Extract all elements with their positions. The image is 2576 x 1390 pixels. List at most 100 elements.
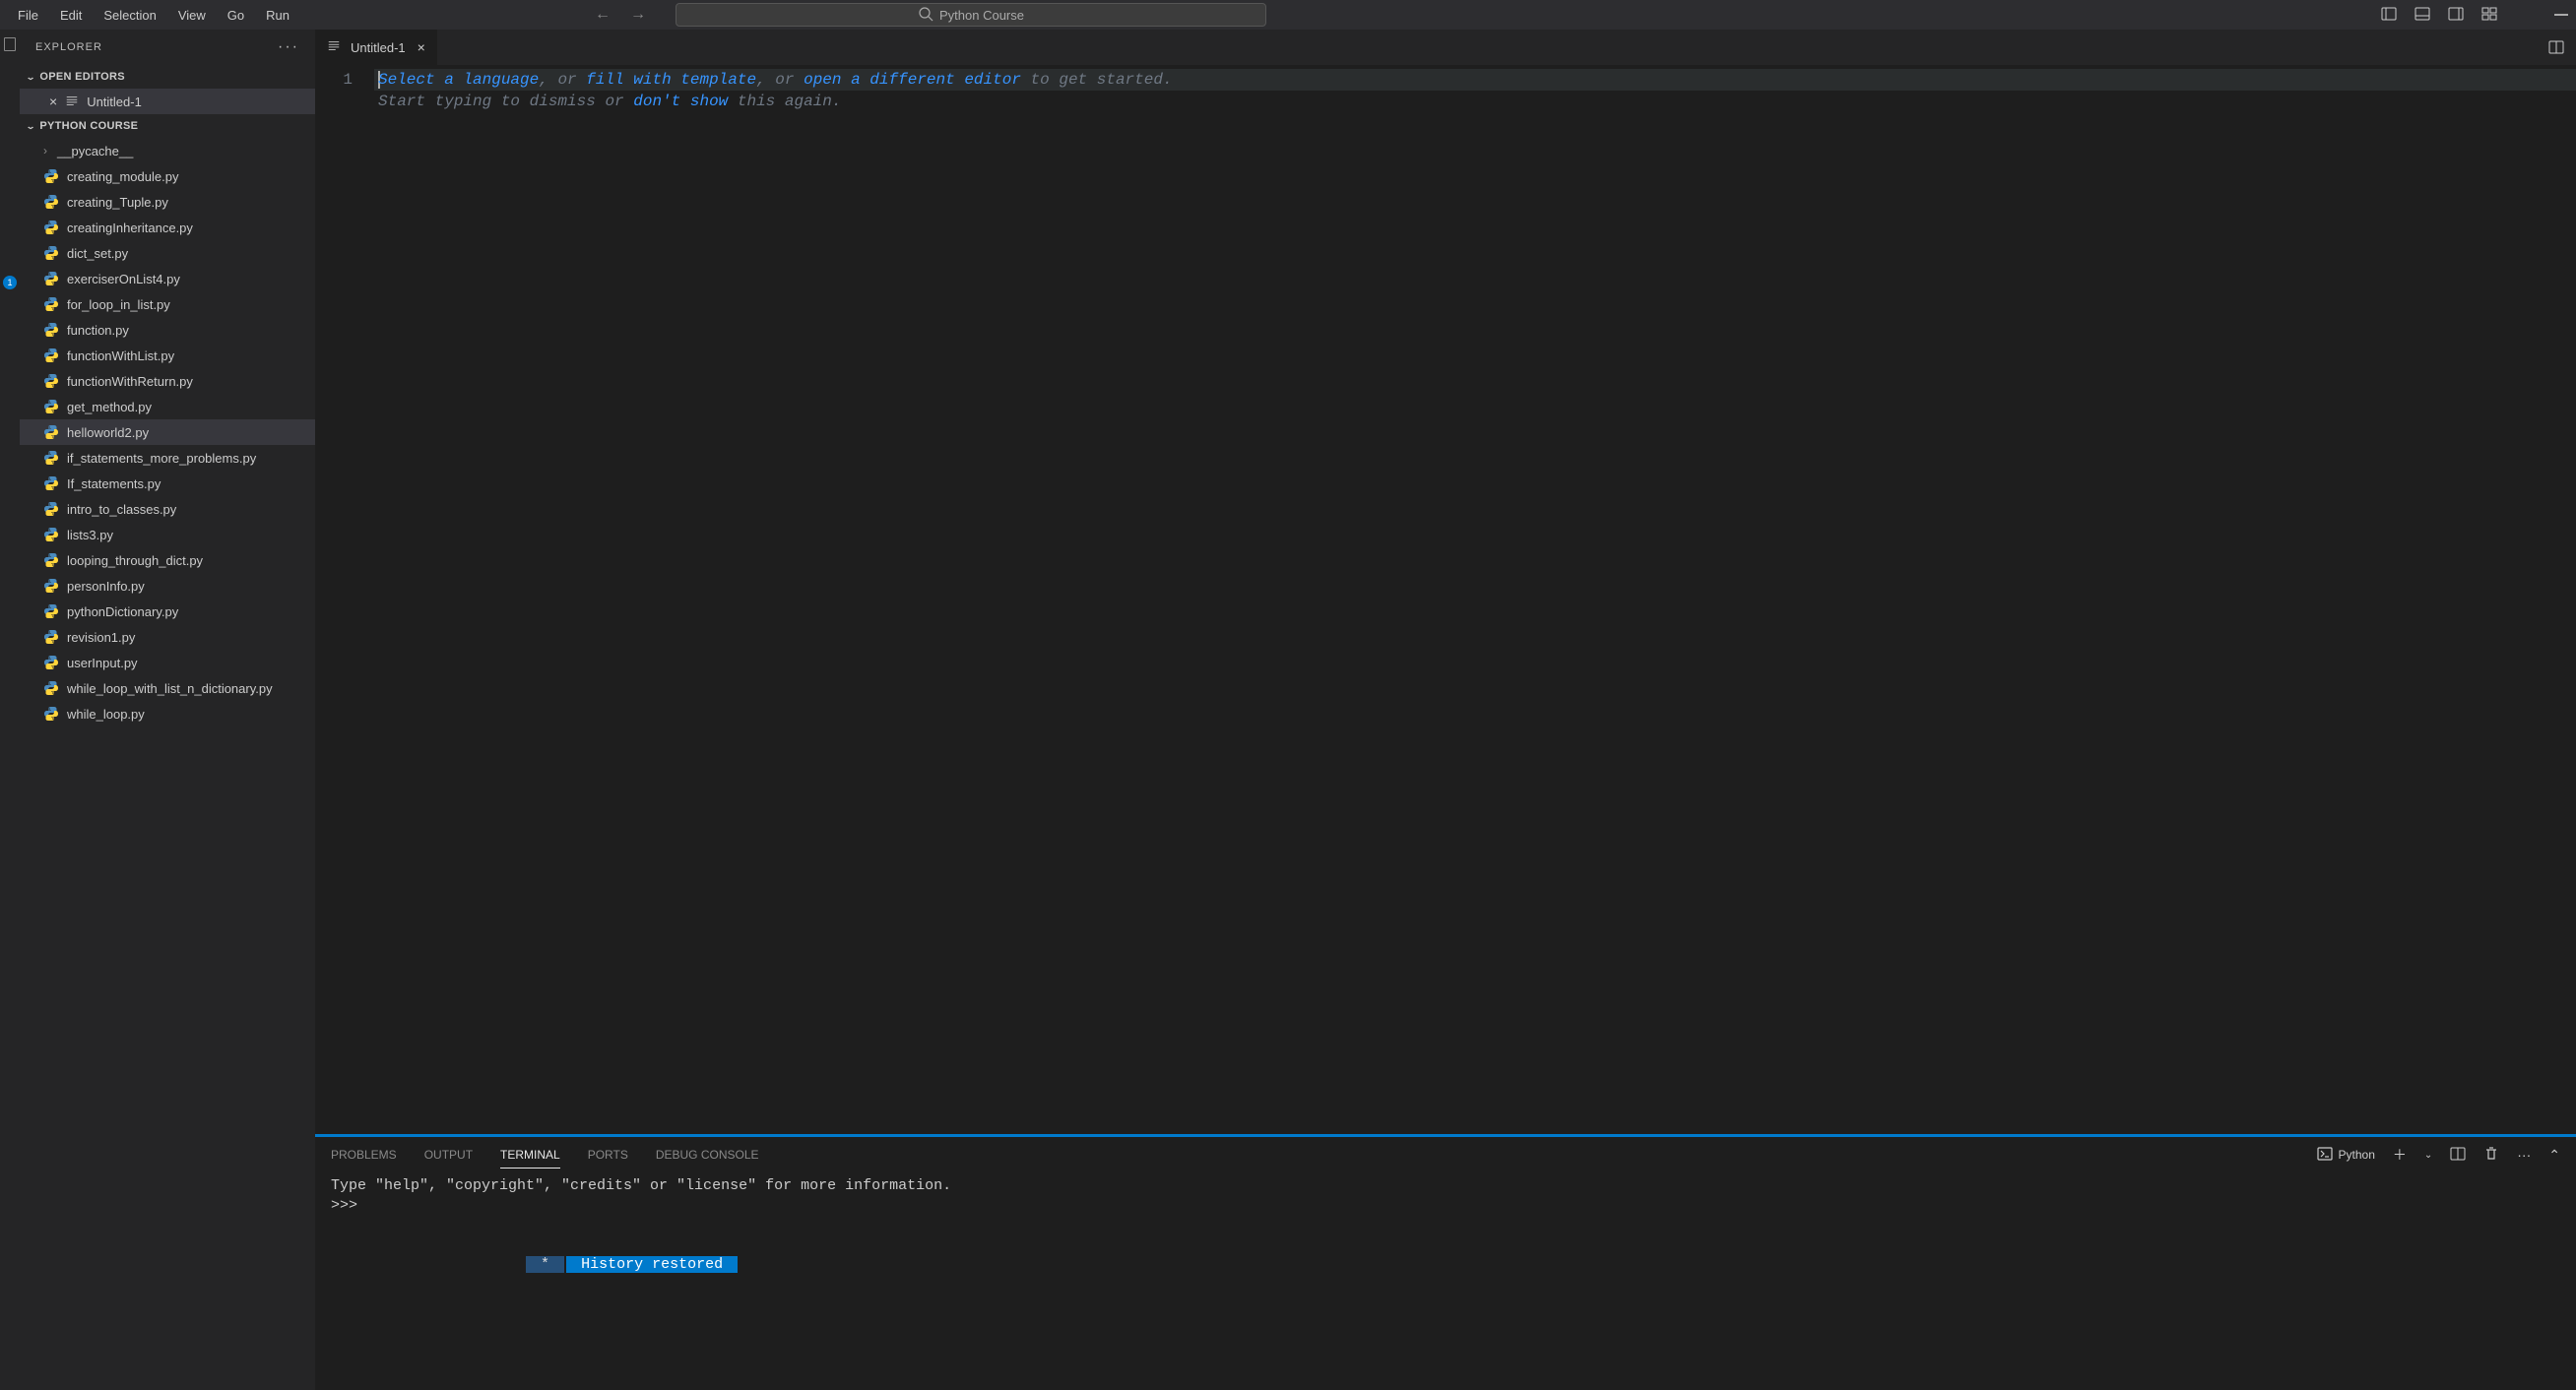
panel-tab-output[interactable]: OUTPUT <box>424 1142 473 1168</box>
split-terminal-icon[interactable] <box>2450 1146 2466 1165</box>
file-item[interactable]: functionWithList.py <box>20 343 315 368</box>
code-content[interactable]: Select a language , or fill with template… <box>378 69 2576 1134</box>
menu-selection[interactable]: Selection <box>94 4 165 27</box>
explorer-icon[interactable] <box>4 37 16 51</box>
chevron-down-icon: ⌄ <box>26 121 35 131</box>
kill-terminal-icon[interactable] <box>2483 1146 2499 1165</box>
menu-edit[interactable]: Edit <box>50 4 92 27</box>
placeholder-text: to get started. <box>1021 71 1173 89</box>
panel-tab-debug-console[interactable]: DEBUG CONSOLE <box>656 1142 759 1168</box>
tab-label: Untitled-1 <box>351 40 406 55</box>
file-label: revision1.py <box>67 630 135 645</box>
nav-forward-icon[interactable]: → <box>630 6 646 24</box>
file-item[interactable]: creating_Tuple.py <box>20 189 315 215</box>
tab-untitled[interactable]: Untitled-1 × <box>315 30 438 65</box>
panel-more-icon[interactable]: ··· <box>2517 1147 2531 1163</box>
menu-view[interactable]: View <box>168 4 216 27</box>
placeholder-text: this again. <box>728 93 841 110</box>
explorer-more-icon[interactable]: ··· <box>278 38 299 56</box>
layout-panel-right-icon[interactable] <box>2448 6 2464 25</box>
file-item[interactable]: userInput.py <box>20 650 315 675</box>
open-editors-section[interactable]: ⌄ OPEN EDITORS <box>20 65 315 89</box>
command-center-label: Python Course <box>939 8 1024 23</box>
panel-tab-problems[interactable]: PROBLEMS <box>331 1142 397 1168</box>
panel-tab-ports[interactable]: PORTS <box>588 1142 628 1168</box>
file-item[interactable]: creatingInheritance.py <box>20 215 315 240</box>
layout-panel-bottom-icon[interactable] <box>2415 6 2430 25</box>
dont-show-link[interactable]: don't show <box>633 93 728 110</box>
menu-run[interactable]: Run <box>256 4 299 27</box>
sidebar-header: EXPLORER ··· <box>20 30 315 65</box>
file-item[interactable]: revision1.py <box>20 624 315 650</box>
maximize-panel-icon[interactable]: ⌃ <box>2548 1147 2560 1164</box>
layout-panel-left-icon[interactable] <box>2381 6 2397 25</box>
fill-template-link[interactable]: fill with template <box>586 71 756 89</box>
code-line-1: Select a language , or fill with template… <box>374 69 2576 91</box>
line-gutter: 1 <box>315 69 378 1134</box>
file-item[interactable]: pythonDictionary.py <box>20 599 315 624</box>
open-editor-link[interactable]: open a different editor <box>804 71 1021 89</box>
file-item[interactable]: for_loop_in_list.py <box>20 291 315 317</box>
file-item[interactable]: looping_through_dict.py <box>20 547 315 573</box>
terminal-line: Type "help", "copyright", "credits" or "… <box>331 1176 2560 1196</box>
file-item[interactable]: creating_module.py <box>20 163 315 189</box>
editor-body[interactable]: 1 Select a language , or fill with templa… <box>315 65 2576 1134</box>
terminal-body[interactable]: Type "help", "copyright", "credits" or "… <box>315 1172 2576 1390</box>
file-label: personInfo.py <box>67 579 145 594</box>
terminal-icon <box>2317 1146 2333 1165</box>
file-icon <box>65 95 79 108</box>
python-file-icon <box>43 168 59 184</box>
chevron-down-icon: ⌄ <box>26 72 35 82</box>
file-icon <box>327 39 343 56</box>
file-label: helloworld2.py <box>67 425 149 440</box>
file-item[interactable]: exerciserOnList4.py <box>20 266 315 291</box>
nav-back-icon[interactable]: ← <box>595 6 611 24</box>
folder-item[interactable]: ›__pycache__ <box>20 138 315 163</box>
new-terminal-icon[interactable]: ＋ <box>2393 1145 2407 1165</box>
python-file-icon <box>43 578 59 594</box>
split-editor-right-icon[interactable] <box>2537 30 2576 65</box>
python-file-icon <box>43 322 59 338</box>
file-item[interactable]: functionWithReturn.py <box>20 368 315 394</box>
file-item[interactable]: If_statements.py <box>20 471 315 496</box>
python-file-icon <box>43 706 59 722</box>
menu-go[interactable]: Go <box>218 4 254 27</box>
menu-file[interactable]: File <box>8 4 48 27</box>
terminal-prompt: >>> <box>331 1196 2560 1216</box>
file-item[interactable]: intro_to_classes.py <box>20 496 315 522</box>
file-item[interactable]: lists3.py <box>20 522 315 547</box>
open-editor-item[interactable]: × Untitled-1 <box>20 89 315 114</box>
menu-items-group: File Edit Selection View Go Run <box>8 4 299 27</box>
terminal-dropdown-icon[interactable]: ⌄ <box>2424 1150 2432 1161</box>
python-file-icon <box>43 552 59 568</box>
file-item[interactable]: while_loop.py <box>20 701 315 727</box>
terminal-profile-label: Python <box>2339 1148 2375 1162</box>
file-label: creating_module.py <box>67 169 178 184</box>
command-center[interactable]: Python Course <box>676 3 1266 27</box>
terminal-profile[interactable]: Python <box>2317 1146 2375 1165</box>
menu-bar: File Edit Selection View Go Run ← → Pyth… <box>0 0 2576 30</box>
file-label: dict_set.py <box>67 246 128 261</box>
python-file-icon <box>43 629 59 645</box>
window-minimize-icon[interactable] <box>2554 14 2568 16</box>
file-item[interactable]: dict_set.py <box>20 240 315 266</box>
close-icon[interactable]: × <box>49 94 57 109</box>
file-label: if_statements_more_problems.py <box>67 451 256 466</box>
panel-actions: Python ＋ ⌄ ··· ⌃ <box>2317 1145 2560 1165</box>
panel-tab-terminal[interactable]: TERMINAL <box>500 1142 560 1169</box>
project-section[interactable]: ⌄ PYTHON COURSE <box>20 114 315 138</box>
python-file-icon <box>43 655 59 670</box>
file-item[interactable]: get_method.py <box>20 394 315 419</box>
file-item[interactable]: helloworld2.py <box>20 419 315 445</box>
history-star: * <box>526 1256 564 1273</box>
select-language-link[interactable]: Select a language <box>378 71 539 89</box>
file-item[interactable]: personInfo.py <box>20 573 315 599</box>
python-file-icon <box>43 603 59 619</box>
placeholder-text: , or <box>756 71 804 89</box>
close-icon[interactable]: × <box>418 39 425 55</box>
file-item[interactable]: while_loop_with_list_n_dictionary.py <box>20 675 315 701</box>
file-item[interactable]: function.py <box>20 317 315 343</box>
file-item[interactable]: if_statements_more_problems.py <box>20 445 315 471</box>
customize-layout-icon[interactable] <box>2481 6 2497 25</box>
python-file-icon <box>43 680 59 696</box>
